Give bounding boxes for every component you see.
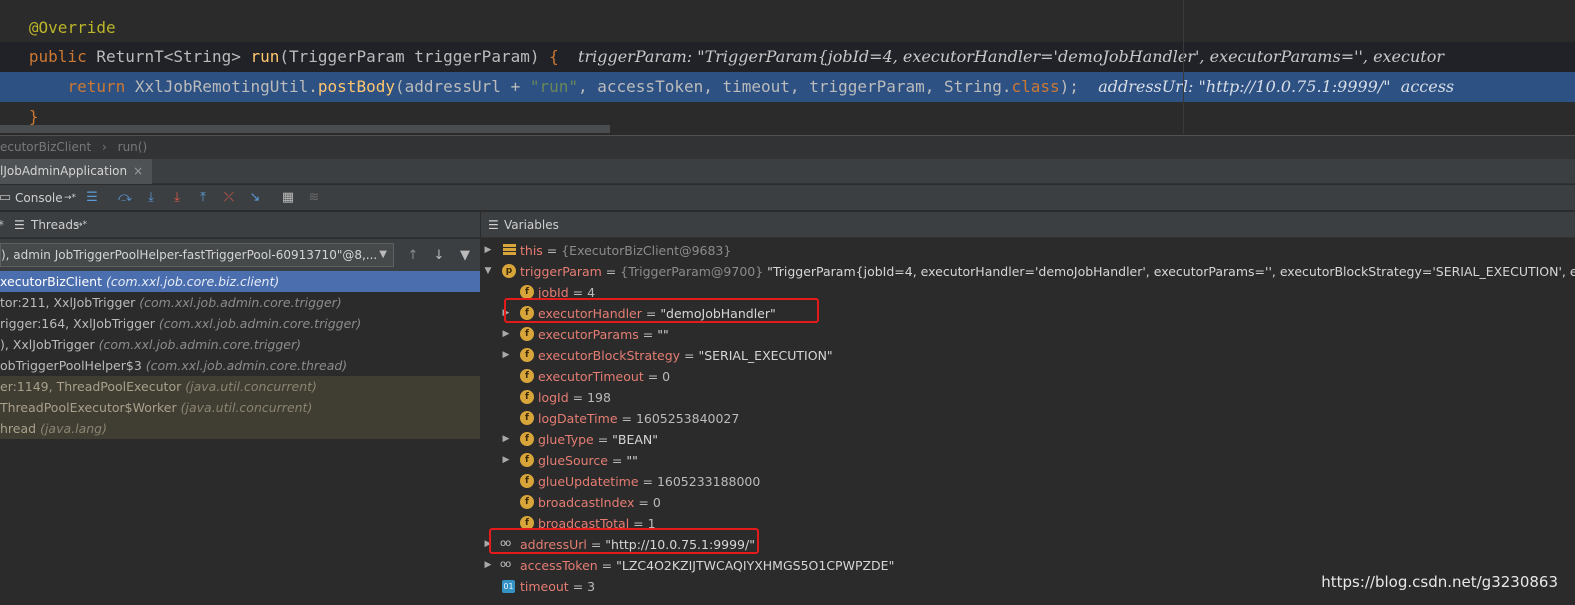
breadcrumb-method[interactable]: run() [118, 136, 148, 159]
console-tab[interactable]: Console [15, 189, 63, 207]
call-end: ); [1059, 77, 1079, 96]
open-brace: { [549, 47, 559, 66]
thread-selected-value: ), admin JobTriggerPoolHelper-fastTrigge… [1, 248, 378, 262]
method-params: (TriggerParam triggerParam) [279, 47, 540, 66]
called-method: postBody [317, 77, 395, 96]
console-icon: ▭ [0, 190, 12, 205]
step-into-icon[interactable]: ⤓ [142, 189, 160, 207]
string-literal: "run" [529, 77, 578, 96]
variables-panel-header: ☰ Variables [481, 212, 1575, 238]
frame-item-library[interactable]: hread (java.lang) [0, 418, 480, 439]
debug-toolbar: ▭ Console →* ☰ ⤼ ⤓ ⤓ ⤒ ⤫ ↘ ▦ ≋ [0, 185, 1575, 211]
expand-arrow-icon[interactable]: ▶ [483, 240, 493, 261]
frames-list: xecutorBizClient (com.xxl.job.core.biz.c… [0, 271, 480, 605]
field-icon: f [520, 474, 534, 488]
breadcrumb-class[interactable]: ecutorBizClient [0, 136, 91, 159]
console-pin-icon[interactable]: →* [64, 189, 76, 207]
frames-panel-header: * ☰ Threads →* [0, 212, 480, 238]
override-annotation: @Override [28, 18, 116, 37]
field-icon: f [520, 348, 534, 362]
thread-select-dropdown[interactable]: ), admin JobTriggerPoolHelper-fastTrigge… [0, 243, 394, 267]
keyword-class: class [1011, 77, 1060, 96]
step-out-icon[interactable]: ⤒ [194, 189, 212, 207]
breadcrumb: ecutorBizClient › run() [0, 135, 1575, 159]
frame-item[interactable]: rigger:164, XxlJobTrigger (com.xxl.job.a… [0, 313, 480, 334]
thread-selector-row: ), admin JobTriggerPoolHelper-fastTrigge… [0, 239, 480, 271]
expand-arrow-icon[interactable]: ▶ [501, 324, 511, 345]
watermark: https://blog.csdn.net/g3230863 [1321, 573, 1558, 591]
expand-arrow-icon[interactable]: ▶ [483, 555, 493, 576]
debug-run-tabbar: lJobAdminApplication × [0, 159, 1575, 184]
expand-arrow-icon[interactable]: ▶ [501, 345, 511, 366]
close-icon[interactable]: × [133, 164, 143, 178]
filter-icon[interactable]: ▼ [456, 247, 474, 265]
keyword-public: public [28, 47, 87, 66]
trace-stream-icon[interactable]: ≋ [305, 189, 323, 207]
field-icon: f [520, 327, 534, 341]
field-icon: f [520, 390, 534, 404]
expand-arrow-icon[interactable]: ▶ [501, 450, 511, 471]
threads-list-icon: ☰ [14, 218, 25, 232]
method-name: run [250, 47, 280, 66]
show-execution-point-icon[interactable]: ☰ [83, 189, 101, 207]
code-line-method-signature: public ReturnT<String> run(TriggerParam … [0, 42, 1575, 72]
evaluate-expression-icon[interactable]: ▦ [279, 189, 297, 207]
code-line-current-execution: return XxlJobRemotingUtil.postBody(addre… [0, 72, 1575, 102]
step-over-icon[interactable]: ⤼ [116, 189, 134, 207]
local-variable-icon: oo [500, 559, 511, 570]
variables-list-icon: ☰ [488, 218, 499, 232]
variables-tab[interactable]: Variables [504, 216, 559, 234]
inline-debug-hint-triggerparam: triggerParam: "TriggerParam{jobId=4, exe… [578, 47, 1444, 66]
frame-item-library[interactable]: ThreadPoolExecutor$Worker (java.util.con… [0, 397, 480, 418]
drop-frame-icon[interactable]: ⤫ [220, 189, 238, 207]
code-line-override: @Override [0, 13, 1575, 43]
class-ref: XxlJobRemotingUtil. [134, 77, 318, 96]
parameter-icon: p [502, 264, 516, 278]
highlight-box-executorhandler [504, 298, 819, 323]
keyword-return: return [67, 77, 126, 96]
tab-xxl-job-admin-application[interactable]: lJobAdminApplication × [0, 159, 152, 184]
frame-item[interactable]: xecutorBizClient (com.xxl.job.core.biz.c… [0, 271, 480, 292]
call-args-a: (addressUrl + [394, 77, 530, 96]
right-margin-guide [1183, 0, 1184, 134]
threads-tab[interactable]: Threads [31, 216, 79, 234]
return-type: ReturnT<String> [96, 47, 241, 66]
highlight-box-addressurl [489, 528, 759, 554]
field-icon: f [520, 285, 534, 299]
expand-arrow-icon[interactable]: ▶ [501, 429, 511, 450]
frame-item-library[interactable]: er:1149, ThreadPoolExecutor (java.util.c… [0, 376, 480, 397]
field-icon: f [520, 369, 534, 383]
chevron-down-icon: ▼ [379, 249, 387, 260]
force-step-into-icon[interactable]: ⤓ [168, 189, 186, 207]
tab-label: lJobAdminApplication [0, 164, 128, 178]
next-frame-icon[interactable]: ↓ [430, 247, 448, 265]
field-icon: f [520, 432, 534, 446]
breadcrumb-separator: › [102, 140, 107, 154]
primitive-icon: 01 [502, 580, 515, 593]
collapse-arrow-icon[interactable]: ▼ [483, 261, 493, 282]
field-icon: f [520, 495, 534, 509]
field-icon: f [520, 453, 534, 467]
call-args-b: , accessToken, timeout, triggerParam, St… [578, 77, 1012, 96]
threads-pin-icon[interactable]: →* [75, 216, 87, 234]
close-brace: } [28, 107, 39, 126]
inline-debug-hint-addressurl: addressUrl: "http://10.0.75.1:9999/" acc… [1098, 77, 1455, 96]
frame-item[interactable]: obTriggerPoolHelper$3 (com.xxl.job.admin… [0, 355, 480, 376]
frames-tab-pin[interactable]: * [0, 216, 4, 234]
frame-item[interactable]: ), XxlJobTrigger (com.xxl.job.admin.core… [0, 334, 480, 355]
run-to-cursor-icon[interactable]: ↘ [246, 189, 264, 207]
frame-item[interactable]: tor:211, XxlJobTrigger (com.xxl.job.admi… [0, 292, 480, 313]
object-icon [503, 244, 516, 257]
code-editor[interactable]: @Override public ReturnT<String> run(Tri… [0, 0, 1575, 134]
field-icon: f [520, 411, 534, 425]
editor-horizontal-scrollbar[interactable] [0, 125, 610, 133]
previous-frame-icon[interactable]: ↑ [404, 247, 422, 265]
